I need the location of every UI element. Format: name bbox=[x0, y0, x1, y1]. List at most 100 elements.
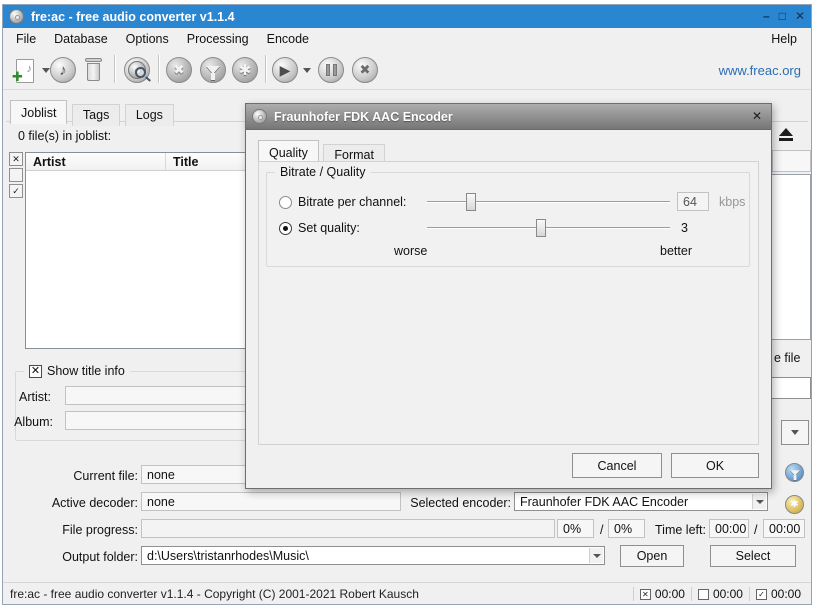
joblist-entry-button[interactable]: ♪ bbox=[50, 57, 76, 83]
configure-encoder-round-button[interactable]: ✱ bbox=[785, 495, 804, 514]
toolbar-separator bbox=[158, 55, 160, 83]
maximize-button[interactable]: □ bbox=[779, 5, 786, 28]
close-button[interactable]: ✕ bbox=[795, 5, 805, 28]
progress-total-percent: 0% bbox=[608, 519, 645, 538]
show-title-info-checkbox[interactable]: ✕ bbox=[29, 365, 42, 378]
toggle-selection-button[interactable]: ✓ bbox=[9, 184, 23, 198]
tab-logs[interactable]: Logs bbox=[125, 104, 174, 126]
clear-joblist-button[interactable] bbox=[85, 58, 102, 82]
select-all-button[interactable]: ✕ bbox=[9, 152, 23, 166]
app-window: fre:ac - free audio converter v1.1.4 – □… bbox=[2, 4, 812, 605]
current-file-label: Current file: bbox=[33, 469, 138, 483]
time-unselected: 00:00 bbox=[691, 587, 749, 601]
ok-button[interactable]: OK bbox=[671, 453, 759, 478]
start-encoding-dropdown-icon[interactable] bbox=[303, 68, 311, 73]
select-button[interactable]: Select bbox=[710, 545, 796, 567]
file-progress-bar bbox=[141, 519, 555, 538]
time-selected: ✕00:00 bbox=[633, 587, 691, 601]
time-value: 00:00 bbox=[655, 587, 685, 601]
music-note-glyph: ♪ bbox=[27, 63, 33, 75]
menu-options[interactable]: Options bbox=[117, 30, 178, 48]
menu-help[interactable]: Help bbox=[765, 30, 803, 48]
wrench-icon: ✖ bbox=[174, 62, 185, 78]
rip-cd-button[interactable] bbox=[124, 57, 150, 83]
add-file-icon: ♪ ✚ bbox=[16, 59, 34, 83]
output-folder-label: Output folder: bbox=[33, 550, 138, 564]
menu-file[interactable]: File bbox=[7, 30, 45, 48]
show-title-info-label: Show title info bbox=[47, 364, 125, 378]
quality-slider[interactable] bbox=[427, 218, 670, 238]
scale-better-label: better bbox=[622, 244, 692, 258]
bitrate-radio[interactable] bbox=[279, 196, 292, 209]
minimize-button[interactable]: – bbox=[763, 5, 770, 28]
trash-lid bbox=[85, 58, 102, 62]
add-files-dropdown-icon[interactable] bbox=[42, 68, 50, 73]
open-button[interactable]: Open bbox=[620, 545, 684, 567]
scale-worse-label: worse bbox=[394, 244, 427, 258]
time-left-value: 00:00 bbox=[709, 519, 749, 538]
group-title: Bitrate / Quality bbox=[275, 165, 370, 179]
start-encoding-button[interactable]: ▶ bbox=[272, 57, 298, 83]
magnifier-icon bbox=[135, 67, 146, 78]
configure-encoder-button[interactable]: ✱ bbox=[232, 57, 258, 83]
bitrate-value-field[interactable]: 64 bbox=[677, 192, 709, 211]
toolbar-separator bbox=[265, 55, 267, 83]
bitrate-unit: kbps bbox=[719, 195, 745, 209]
output-folder-combo[interactable]: d:\Users\tristanrhodes\Music\ bbox=[141, 546, 605, 565]
cd-drive-field[interactable] bbox=[772, 150, 811, 172]
music-note-icon: ♪ bbox=[59, 62, 67, 79]
selected-encoder-value: Fraunhofer FDK AAC Encoder bbox=[520, 495, 688, 509]
pause-icon bbox=[326, 64, 337, 76]
joblist-count: 0 file(s) in joblist: bbox=[18, 129, 111, 143]
file-progress-label: File progress: bbox=[33, 523, 138, 537]
title-bar: fre:ac - free audio converter v1.1.4 – □… bbox=[3, 5, 811, 28]
menu-encode[interactable]: Encode bbox=[258, 30, 318, 48]
active-decoder-value: none bbox=[141, 492, 401, 511]
encoder-config-dialog: Fraunhofer FDK AAC Encoder ✕ Quality For… bbox=[245, 103, 772, 489]
track-list[interactable] bbox=[772, 174, 811, 340]
column-artist[interactable]: Artist bbox=[26, 153, 166, 170]
statusbar-times: ✕00:00 00:00 ✓00:00 bbox=[633, 583, 807, 605]
play-icon: ▶ bbox=[280, 62, 291, 79]
quality-value: 3 bbox=[681, 221, 688, 235]
selected-encoder-combo[interactable]: Fraunhofer FDK AAC Encoder bbox=[514, 492, 768, 511]
signal-processing-button[interactable] bbox=[200, 57, 226, 83]
eject-cd-button[interactable] bbox=[772, 124, 802, 148]
time-all: ✓00:00 bbox=[749, 587, 807, 601]
status-bar: fre:ac - free audio converter v1.1.4 - C… bbox=[3, 582, 811, 604]
dialog-title-bar: Fraunhofer FDK AAC Encoder ✕ bbox=[246, 104, 771, 130]
progress-percent: 0% bbox=[557, 519, 594, 538]
tab-joblist[interactable]: Joblist bbox=[10, 100, 67, 124]
menu-processing[interactable]: Processing bbox=[178, 30, 258, 48]
artist-label: Artist: bbox=[11, 390, 51, 404]
window-controls: – □ ✕ bbox=[763, 5, 805, 28]
time-value: 00:00 bbox=[713, 587, 743, 601]
bitrate-slider[interactable] bbox=[427, 192, 670, 212]
quality-slider-thumb[interactable] bbox=[536, 219, 546, 237]
dialog-close-button[interactable]: ✕ bbox=[752, 109, 762, 123]
freac-website-link[interactable]: www.freac.org bbox=[719, 63, 801, 78]
gear-icon: ✱ bbox=[790, 499, 798, 510]
selected-encoder-label: Selected encoder: bbox=[406, 496, 511, 510]
stop-icon: ✖ bbox=[360, 62, 371, 78]
select-none-button[interactable] bbox=[9, 168, 23, 182]
app-logo-icon bbox=[9, 9, 24, 24]
pause-encoding-button[interactable] bbox=[318, 57, 344, 83]
quality-label: Set quality: bbox=[298, 221, 360, 235]
bitrate-slider-thumb[interactable] bbox=[466, 193, 476, 211]
menu-database[interactable]: Database bbox=[45, 30, 117, 48]
add-files-button[interactable]: ♪ ✚ bbox=[8, 53, 42, 87]
checked-icon: ✓ bbox=[756, 589, 767, 600]
chevron-down-icon[interactable] bbox=[589, 548, 603, 563]
chevron-down-icon[interactable] bbox=[752, 494, 766, 509]
app-logo-icon bbox=[252, 109, 267, 124]
right-panel-dropdown-button[interactable] bbox=[781, 420, 809, 445]
stop-encoding-button[interactable]: ✖ bbox=[352, 57, 378, 83]
time-left-label: Time left: bbox=[655, 523, 706, 537]
right-panel-field[interactable] bbox=[770, 377, 811, 399]
processing-info-button[interactable] bbox=[785, 463, 804, 482]
tab-tags[interactable]: Tags bbox=[72, 104, 120, 126]
general-settings-button[interactable]: ✖ bbox=[166, 57, 192, 83]
cancel-button[interactable]: Cancel bbox=[572, 453, 662, 478]
quality-radio[interactable] bbox=[279, 222, 292, 235]
